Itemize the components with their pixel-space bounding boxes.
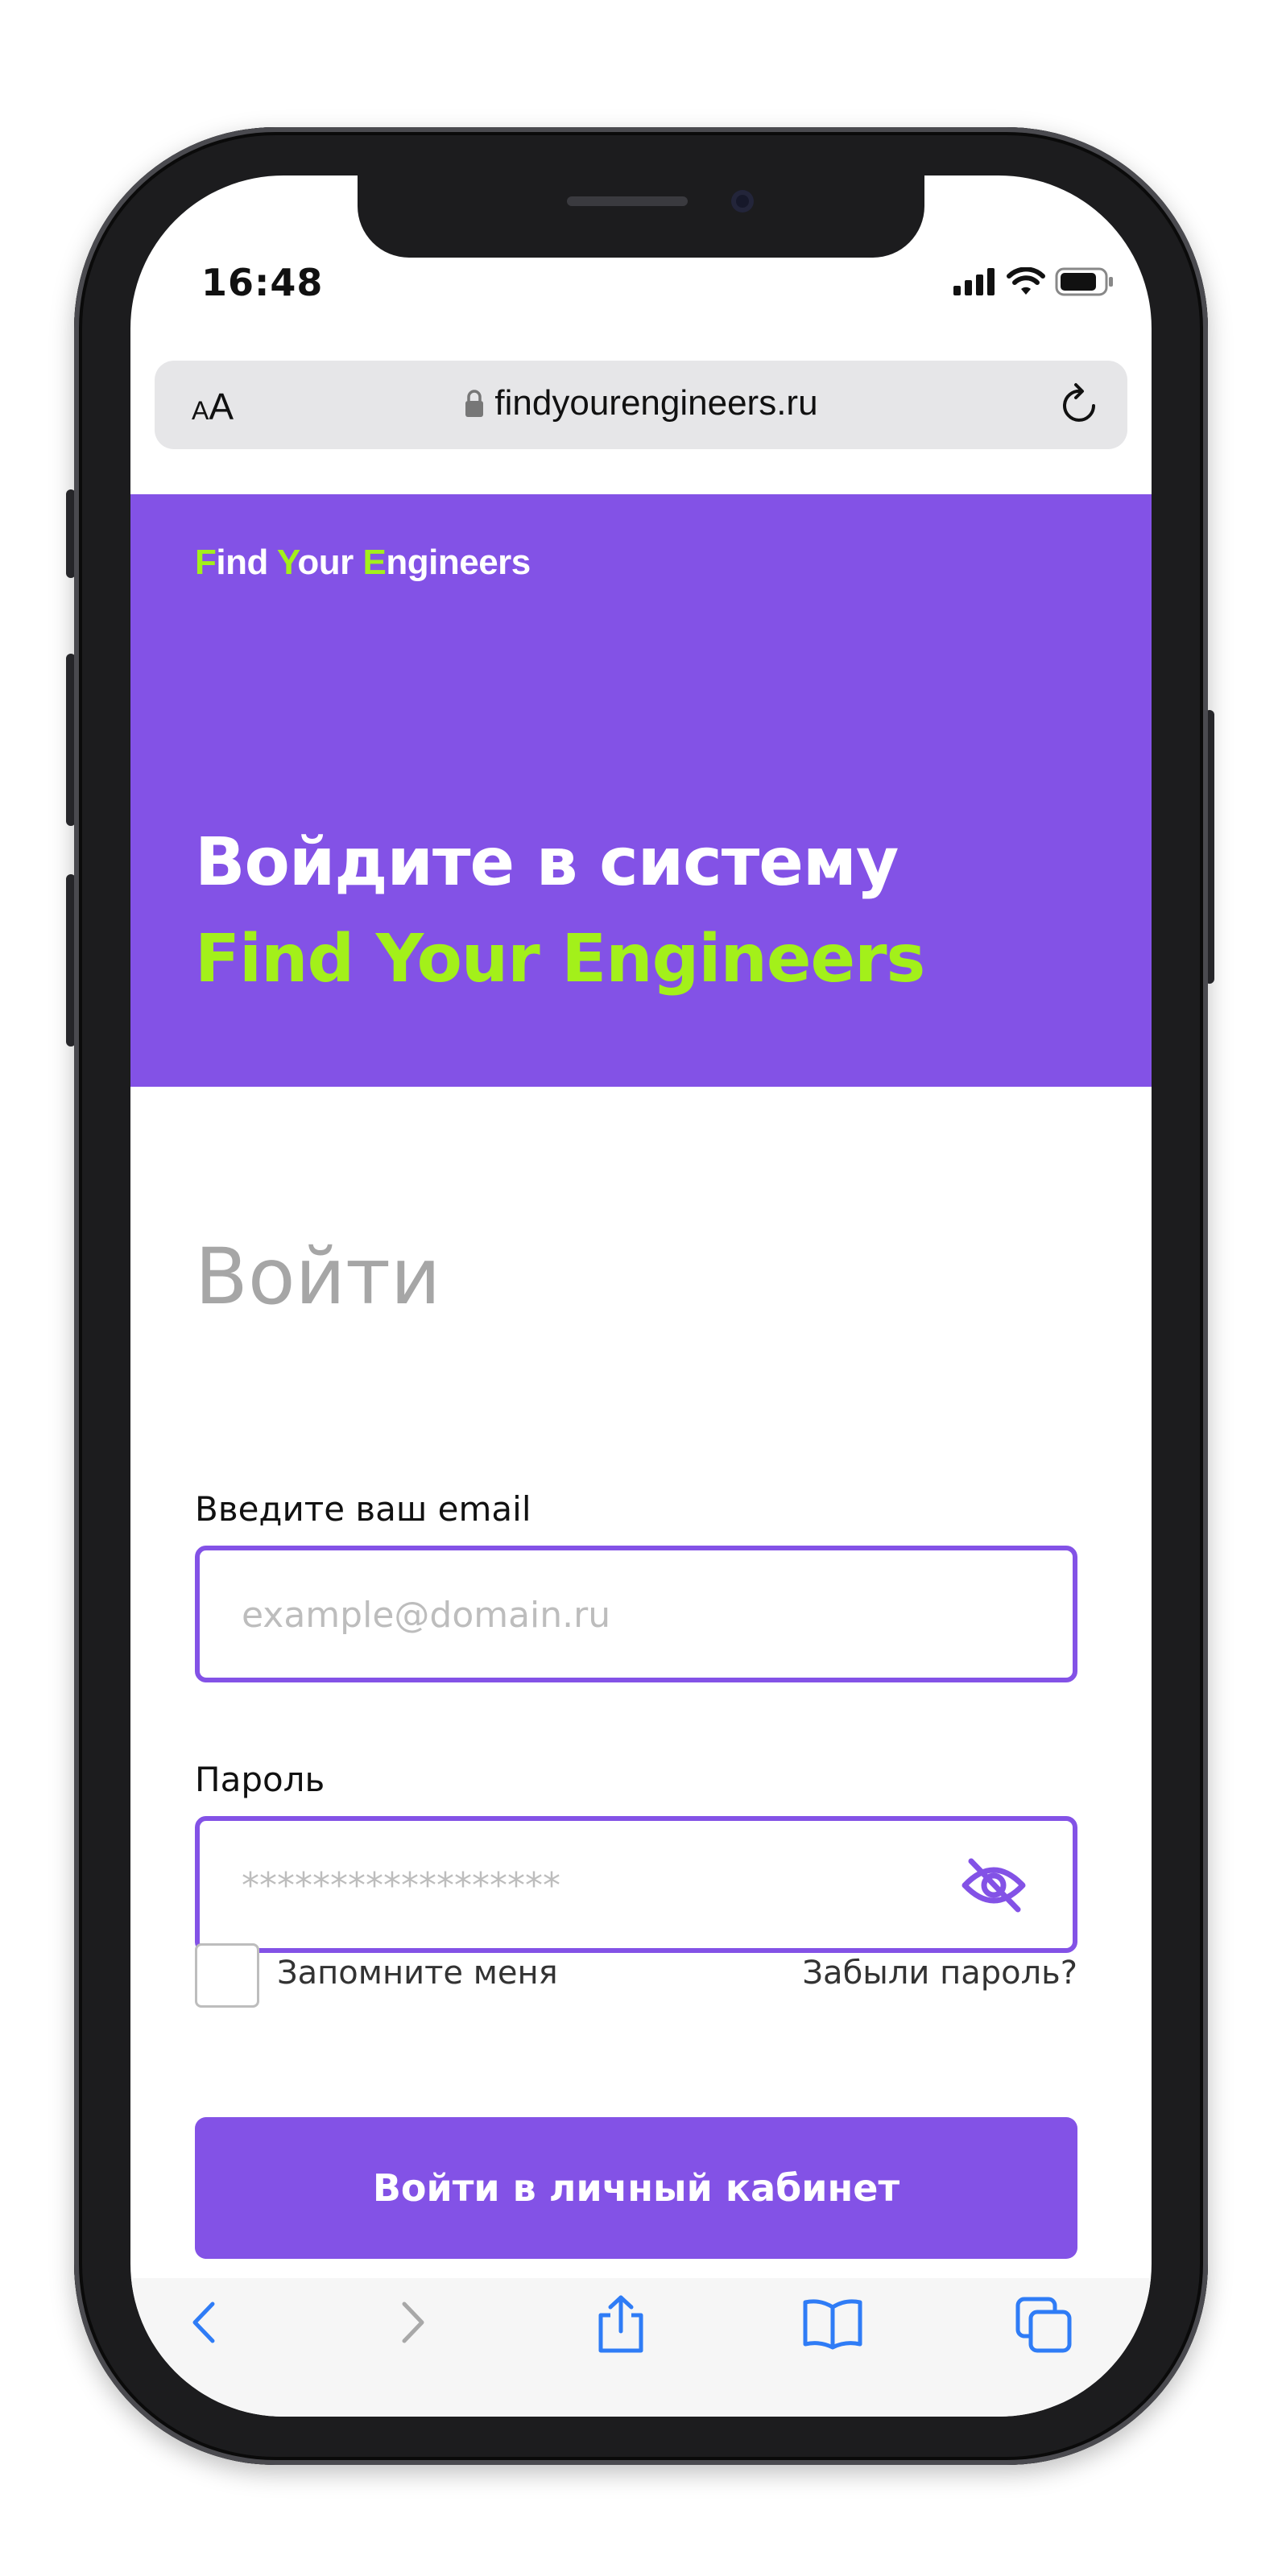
bookmarks-icon[interactable] (800, 2294, 865, 2351)
email-field[interactable] (240, 1550, 968, 1679)
logo-letter-f: F (195, 543, 217, 582)
status-indicators (953, 267, 1115, 296)
login-title: Войти (195, 1232, 441, 1322)
address-bar[interactable]: AA findyourengineers.ru (155, 361, 1127, 449)
hero-banner: Find Your Engineers Войдите в систему Fi… (130, 494, 1152, 1087)
hide-password-icon[interactable] (960, 1856, 1028, 1914)
logo-part-ind: ind (216, 543, 277, 582)
password-field[interactable] (240, 1821, 968, 1950)
logo-part-our: our (297, 543, 363, 582)
url-text: findyourengineers.ru (494, 383, 818, 423)
share-icon[interactable] (593, 2294, 649, 2354)
password-field-box[interactable] (195, 1816, 1077, 1953)
phone-frame: 16:48 AA findyourengineers.ru Find Your … (74, 127, 1208, 2465)
phone-screen: 16:48 AA findyourengineers.ru Find Your … (130, 175, 1152, 2417)
logo-letter-y: Y (276, 543, 298, 582)
wifi-icon (1007, 267, 1045, 295)
email-field-box[interactable] (195, 1546, 1077, 1682)
url-display[interactable]: findyourengineers.ru (155, 383, 1127, 423)
speaker-grille (567, 196, 688, 206)
notch (358, 175, 924, 258)
email-label: Введите ваш email (195, 1489, 531, 1529)
front-camera (731, 190, 754, 213)
hero-title-line1: Войдите в систему (195, 824, 899, 901)
password-label: Пароль (195, 1760, 325, 1799)
tabs-icon[interactable] (1013, 2294, 1074, 2355)
forgot-password-link[interactable]: Забыли пароль? (802, 1955, 1077, 1992)
battery-icon (1055, 267, 1113, 296)
lock-icon (465, 390, 484, 417)
hero-title-line2: Find Your Engineers (195, 921, 925, 997)
browser-toolbar (130, 2278, 1152, 2417)
back-icon[interactable] (180, 2294, 229, 2351)
login-submit-button[interactable]: Войти в личный кабинет (195, 2117, 1077, 2259)
signal-icon (953, 268, 995, 295)
remember-me-label[interactable]: Запомните меня (277, 1955, 558, 1992)
hero-title: Войдите в систему Find Your Engineers (195, 815, 925, 1008)
status-time: 16:48 (201, 261, 324, 304)
site-logo[interactable]: Find Your Engineers (195, 543, 531, 583)
remember-me-checkbox[interactable] (195, 1943, 259, 2008)
reload-icon[interactable] (1057, 378, 1105, 430)
logo-part-ngineers: ngineers (386, 543, 531, 582)
logo-letter-e: E (362, 543, 387, 582)
forward-icon[interactable] (388, 2294, 436, 2351)
